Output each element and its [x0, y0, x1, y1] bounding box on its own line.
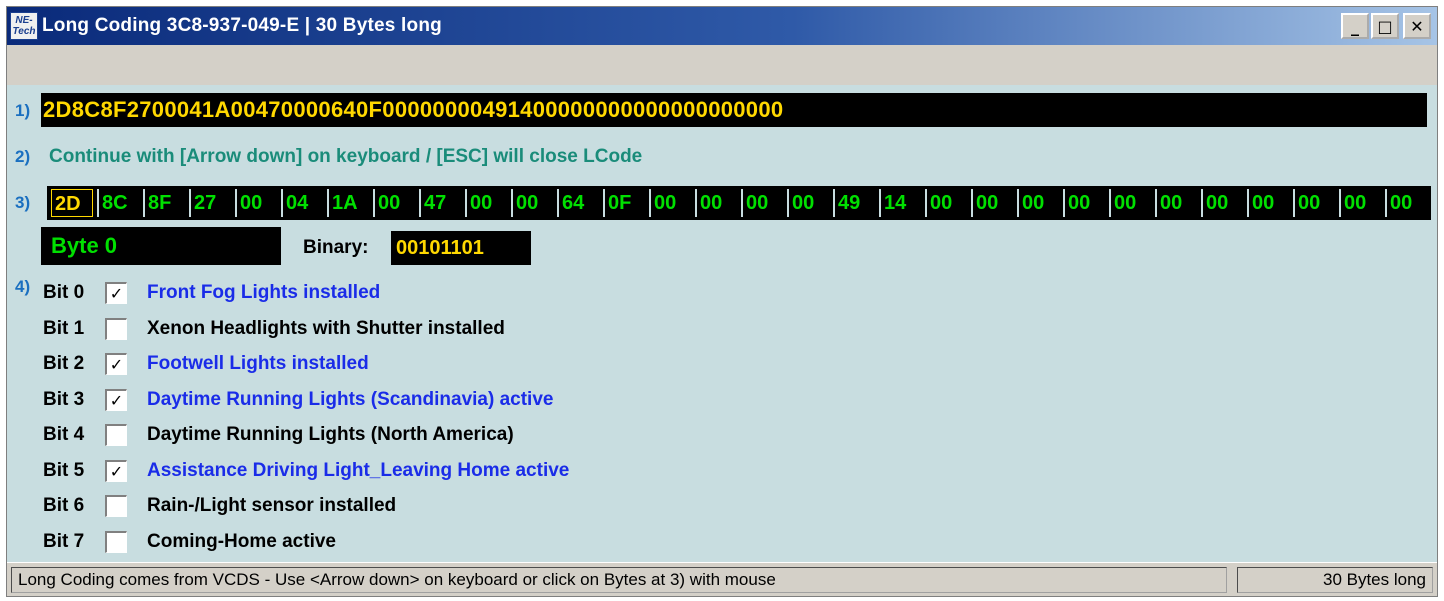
bit-label: Bit 7	[43, 530, 85, 552]
minimize-button[interactable]: _	[1341, 13, 1369, 39]
bit-checkbox[interactable]: ✓	[105, 282, 127, 304]
byte-cell[interactable]: 00	[1247, 189, 1289, 217]
byte-cell[interactable]: 00	[1017, 189, 1059, 217]
byte-cell[interactable]: 64	[557, 189, 599, 217]
bit-label: Bit 4	[43, 424, 85, 445]
byte-cell[interactable]: 00	[971, 189, 1013, 217]
bit-row: Bit 1 Xenon Headlights with Shutter insta…	[43, 313, 505, 345]
bit-description[interactable]: Assistance Driving Light_Leaving Home ac…	[147, 460, 569, 482]
status-bar: Long Coding comes from VCDS - Use <Arrow…	[7, 562, 1437, 596]
byte-cell[interactable]: 00	[235, 189, 277, 217]
byte-cell[interactable]: 00	[465, 189, 507, 217]
app-icon-text-top: NE-	[15, 15, 33, 26]
bit-label: Bit 5	[43, 459, 85, 481]
bit-description[interactable]: Daytime Running Lights (North America)	[147, 424, 514, 446]
bit-row: Bit 0 ✓ Front Fog Lights installed	[43, 277, 380, 309]
ne-tech-app-icon: NE- Tech	[10, 12, 38, 40]
bit-row: Bit 5 ✓ Assistance Driving Light_Leaving H…	[43, 455, 569, 487]
bit-checkbox[interactable]	[105, 317, 127, 340]
byte-cell[interactable]: 00	[1155, 189, 1197, 217]
long-coding-window: NE- Tech Long Coding 3C8-937-049-E | 30 …	[6, 6, 1438, 597]
instruction-text: Continue with [Arrow down] on keyboard /…	[49, 146, 643, 167]
byte-cell[interactable]: 14	[879, 189, 921, 217]
byte-cell[interactable]: 00	[1063, 189, 1105, 217]
close-button[interactable]: ✕	[1403, 13, 1431, 39]
bit-label: Bit 2	[43, 353, 85, 374]
byte-cell[interactable]: 2D	[51, 189, 93, 217]
title-bar[interactable]: NE- Tech Long Coding 3C8-937-049-E | 30 …	[7, 7, 1437, 45]
window-title: Long Coding 3C8-937-049-E | 30 Bytes lon…	[42, 15, 442, 36]
minimize-icon: _	[1351, 16, 1359, 36]
menu-bar	[7, 45, 1437, 85]
byte-strip: 2D 8C 8F 27 00 04 1A 00 47 00 00 64 0F 00 00 00 00 49 14 00…	[47, 186, 1431, 220]
bit-checkbox[interactable]	[105, 424, 127, 446]
bit-row: Bit 6 Rain-/Light sensor installed	[43, 490, 396, 522]
byte-cell[interactable]: 00	[925, 189, 967, 217]
bit-checkbox[interactable]: ✓	[105, 459, 127, 482]
byte-cell[interactable]: 27	[189, 189, 231, 217]
bit-label: Bit 3	[43, 388, 85, 410]
app-icon-text-bottom: Tech	[12, 26, 36, 37]
close-icon: ✕	[1410, 16, 1424, 36]
byte-cell[interactable]: 00	[695, 189, 737, 217]
maximize-icon: □	[1377, 16, 1393, 36]
byte-cell[interactable]: 00	[1339, 189, 1381, 217]
bit-description[interactable]: Rain-/Light sensor installed	[147, 495, 396, 517]
byte-cell[interactable]: 00	[649, 189, 691, 217]
long-coding-string[interactable]: 2D8C8F2700041A00470000640F00000000491400…	[41, 93, 1427, 127]
byte-cell[interactable]: 00	[511, 189, 553, 217]
byte-cell[interactable]: 00	[741, 189, 783, 217]
bit-checkbox[interactable]: ✓	[105, 388, 127, 411]
bit-row: Bit 2 ✓ Footwell Lights installed	[43, 348, 369, 380]
bit-label: Bit 1	[43, 317, 85, 339]
bit-description[interactable]: Xenon Headlights with Shutter installed	[147, 318, 505, 340]
status-byte-count: 30 Bytes long	[1237, 567, 1433, 593]
maximize-button[interactable]: □	[1371, 13, 1399, 39]
byte-cell[interactable]: 00	[1385, 189, 1427, 217]
step-2-label: 2)	[15, 147, 31, 166]
byte-cell[interactable]: 1A	[327, 189, 369, 217]
bit-checkbox[interactable]	[105, 495, 127, 517]
status-message: Long Coding comes from VCDS - Use <Arrow…	[11, 567, 1227, 593]
bit-checkbox[interactable]: ✓	[105, 353, 127, 375]
checkmark-icon: ✓	[109, 284, 124, 303]
bit-label: Bit 0	[43, 282, 85, 303]
byte-cell[interactable]: 00	[1293, 189, 1335, 217]
selected-byte-label: Byte 0	[41, 227, 281, 265]
bit-row: Bit 7 Coming-Home active	[43, 526, 336, 558]
binary-label: Binary:	[303, 237, 369, 258]
checkmark-icon: ✓	[109, 390, 124, 410]
byte-cell[interactable]: 00	[373, 189, 415, 217]
byte-cell[interactable]: 00	[1201, 189, 1243, 217]
bit-description[interactable]: Daytime Running Lights (Scandinavia) act…	[147, 389, 553, 411]
bit-description[interactable]: Front Fog Lights installed	[147, 282, 380, 304]
byte-cell[interactable]: 47	[419, 189, 461, 217]
bit-row: Bit 3 ✓ Daytime Running Lights (Scandinavi…	[43, 384, 553, 416]
step-3-label: 3)	[15, 193, 31, 212]
binary-value: 00101101	[391, 231, 531, 265]
bit-label: Bit 6	[43, 495, 85, 516]
step-1-label: 1)	[15, 101, 31, 120]
byte-cell[interactable]: 49	[833, 189, 875, 217]
byte-cell[interactable]: 0F	[603, 189, 645, 217]
byte-cell[interactable]: 8F	[143, 189, 185, 217]
checkmark-icon: ✓	[109, 461, 124, 481]
byte-cell[interactable]: 00	[1109, 189, 1151, 217]
bit-row: Bit 4 Daytime Running Lights (North Ameri…	[43, 419, 514, 451]
byte-cell[interactable]: 8C	[97, 189, 139, 217]
bit-checkbox[interactable]	[105, 530, 127, 553]
byte-cell[interactable]: 00	[787, 189, 829, 217]
bit-description[interactable]: Coming-Home active	[147, 531, 336, 553]
checkmark-icon: ✓	[109, 355, 124, 374]
byte-cell[interactable]: 04	[281, 189, 323, 217]
bit-description[interactable]: Footwell Lights installed	[147, 353, 369, 375]
step-4-label: 4)	[15, 277, 31, 296]
